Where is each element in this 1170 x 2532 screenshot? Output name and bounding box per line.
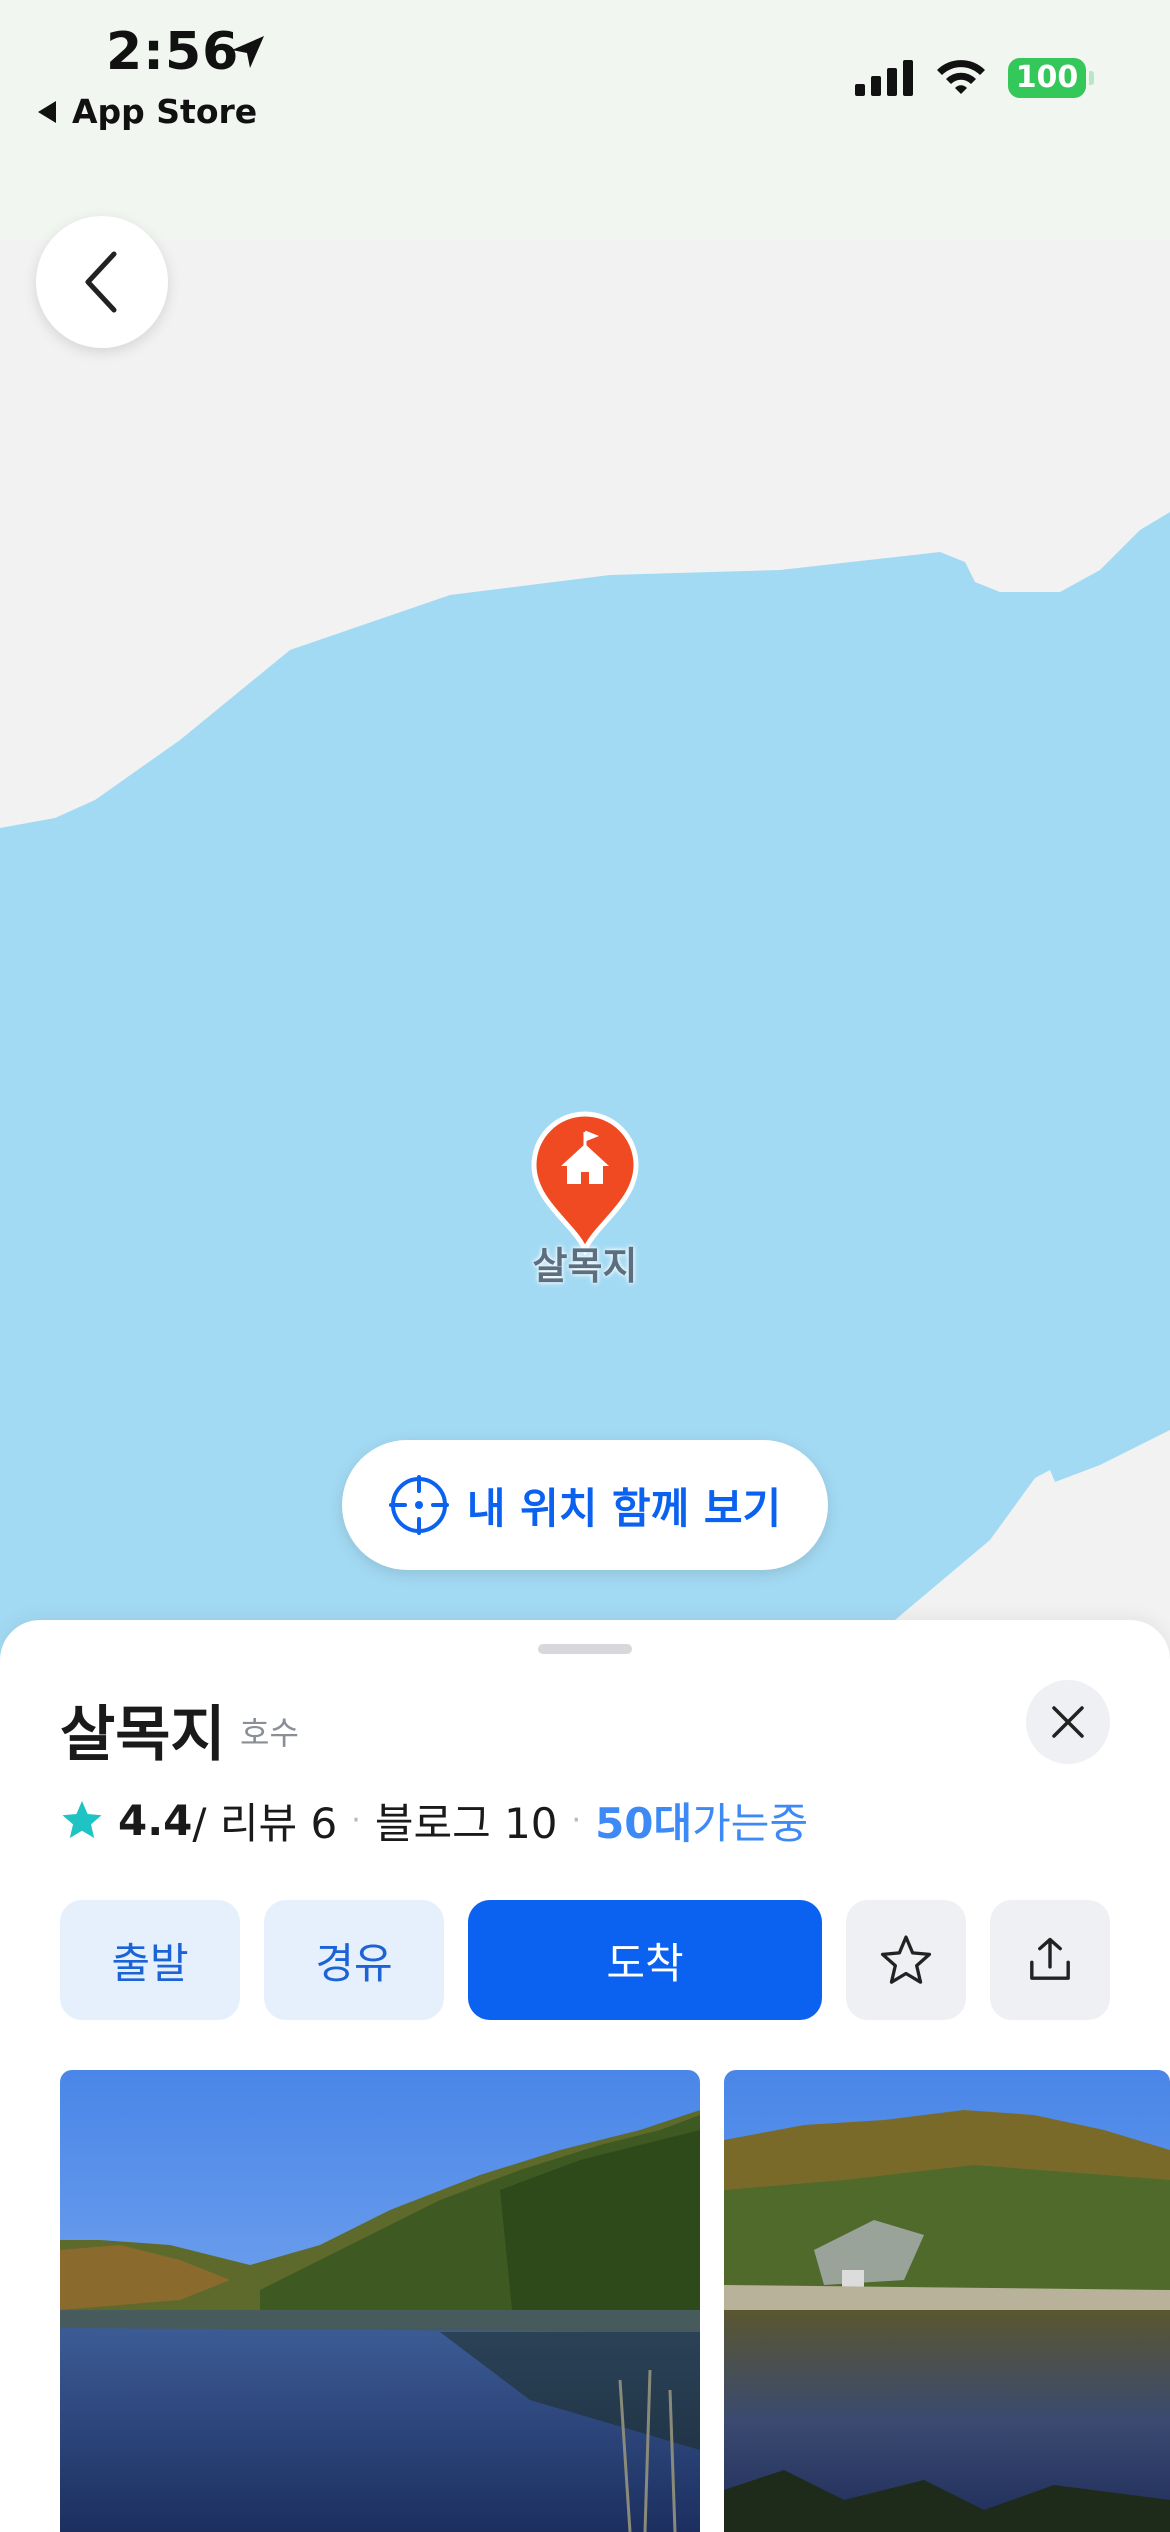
review-count[interactable]: / 리뷰 6	[192, 1790, 337, 1851]
my-location-button[interactable]: 내 위치 함께 보기	[342, 1440, 828, 1570]
share-icon	[1030, 1937, 1070, 1980]
lake-photo-2	[724, 2070, 1170, 2532]
cellular-signal-icon	[855, 60, 913, 96]
sheet-drag-handle[interactable]	[538, 1644, 632, 1654]
star-icon	[62, 1801, 102, 1838]
location-arrow-icon	[232, 36, 264, 68]
crosshair-icon	[388, 1475, 449, 1535]
close-button[interactable]	[1026, 1680, 1110, 1764]
via-button[interactable]: 경유	[264, 1900, 444, 2020]
wifi-icon	[937, 60, 985, 94]
place-bottom-sheet[interactable]: 살목지 호수 4.4 / 리뷰 6 · 블로그 10 · 50대 가는중 출발 …	[0, 1620, 1170, 2532]
status-bar: 2:56 App Store 100	[0, 0, 1170, 131]
map[interactable]	[0, 0, 1170, 1660]
battery-indicator: 100	[1008, 58, 1086, 98]
back-triangle-icon	[38, 100, 56, 123]
status-time: 2:56	[106, 22, 240, 82]
separator-dot: ·	[571, 1802, 582, 1838]
pin-label: 살목지	[532, 1244, 638, 1288]
place-pin-marker[interactable]	[530, 1110, 640, 1255]
screen: 2:56 App Store 100 살목지 내 위치 함께 보기 살목지 호수…	[0, 0, 1170, 2532]
my-location-label: 내 위치 함께 보기	[466, 1483, 782, 1533]
visitor-age: 50대	[595, 1798, 693, 1848]
place-info-row: 4.4 / 리뷰 6 · 블로그 10 · 50대 가는중	[60, 1790, 808, 1850]
back-button[interactable]	[36, 216, 168, 348]
back-to-app-store[interactable]: App Store	[38, 92, 257, 131]
lake-photo-1	[60, 2070, 700, 2532]
photo-carousel[interactable]	[0, 2070, 1170, 2532]
separator-dot: ·	[351, 1802, 361, 1838]
close-icon	[1052, 1706, 1084, 1738]
battery-nub	[1089, 71, 1094, 85]
place-title: 살목지	[60, 1700, 226, 1770]
arrive-button[interactable]: 도착	[468, 1900, 822, 2020]
blog-count[interactable]: 블로그 10	[375, 1790, 558, 1851]
map-canvas[interactable]	[0, 0, 1170, 1660]
chevron-left-icon	[85, 251, 117, 313]
star-outline-icon	[880, 1935, 932, 1984]
place-category: 호수	[240, 1714, 299, 1752]
share-button[interactable]	[990, 1900, 1110, 2020]
action-buttons: 출발 경유 도착	[60, 1900, 1170, 2020]
back-to-app-label: App Store	[72, 92, 258, 131]
favorite-button[interactable]	[846, 1900, 966, 2020]
place-photo[interactable]	[60, 2070, 700, 2532]
depart-button[interactable]: 출발	[60, 1900, 240, 2020]
rating-value: 4.4	[118, 1795, 193, 1845]
place-photo[interactable]	[724, 2070, 1170, 2532]
visitor-status: 가는중	[692, 1798, 809, 1848]
